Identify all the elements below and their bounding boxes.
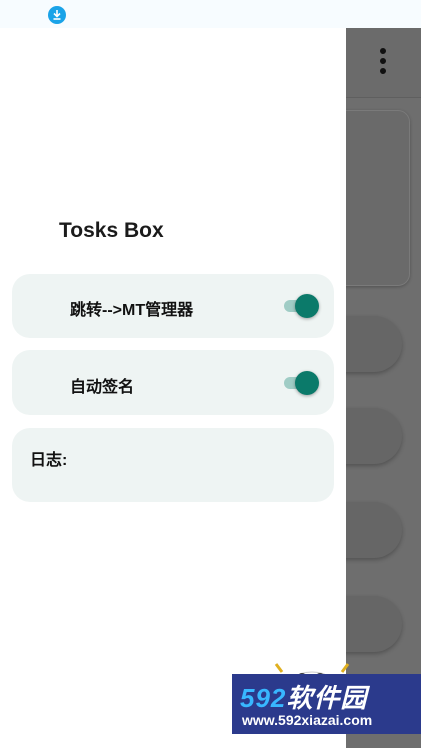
background-app-scrim[interactable] (286, 28, 421, 748)
background-app-bar (346, 28, 421, 98)
setting-card-auto-sign[interactable]: 自动签名 (12, 350, 334, 415)
setting-card-mt-manager[interactable]: 跳转-->MT管理器 (12, 274, 334, 338)
download-icon (48, 6, 66, 24)
mt-manager-toggle[interactable] (282, 294, 320, 318)
watermark-url: www.592xiazai.com (242, 712, 373, 728)
log-label: 日志: (30, 452, 68, 469)
log-panel: 日志: (12, 428, 334, 502)
overflow-menu-icon[interactable] (379, 48, 387, 78)
auto-sign-toggle[interactable] (282, 371, 320, 395)
setting-label: 跳转-->MT管理器 (70, 302, 194, 319)
drawer-title: Tosks Box (59, 219, 164, 242)
status-bar (0, 0, 421, 28)
watermark-banner: 592软件园 www.592xiazai.com (232, 674, 421, 734)
setting-label: 自动签名 (70, 379, 135, 396)
navigation-drawer: Tosks Box 跳转-->MT管理器 自动签名 日志: (0, 28, 346, 748)
status-indicators (341, 6, 401, 20)
watermark-logo: 592软件园 (240, 683, 368, 713)
